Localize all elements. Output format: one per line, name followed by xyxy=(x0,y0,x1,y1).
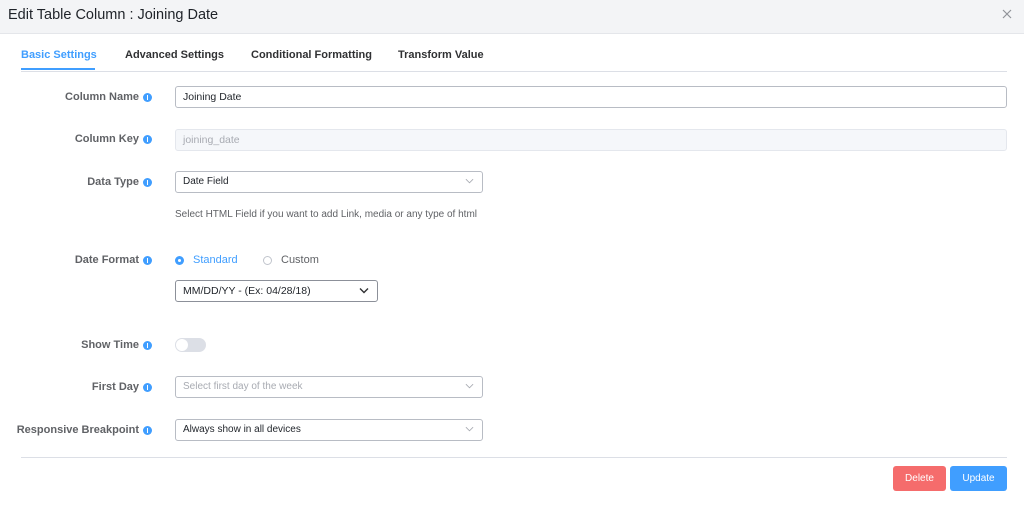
radio-custom-label: Custom xyxy=(281,254,319,266)
responsive-breakpoint-select[interactable]: Always show in all devices xyxy=(175,419,483,441)
radio-custom[interactable]: Custom xyxy=(263,254,319,266)
info-icon xyxy=(143,92,152,102)
info-icon xyxy=(143,382,152,392)
toggle-knob xyxy=(176,339,188,351)
column-name-label: Column Name xyxy=(65,91,152,103)
info-icon xyxy=(143,425,152,435)
tab-basic-settings[interactable]: Basic Settings xyxy=(21,49,97,61)
first-day-label: First Day xyxy=(92,381,152,393)
column-name-input[interactable]: Joining Date xyxy=(175,86,1007,108)
dialog-title: Edit Table Column : Joining Date xyxy=(8,7,219,23)
update-button[interactable]: Update xyxy=(950,466,1007,491)
responsive-breakpoint-label: Responsive Breakpoint xyxy=(17,424,152,436)
column-key-input[interactable]: joining_date xyxy=(175,129,1007,151)
tab-transform-value[interactable]: Transform Value xyxy=(398,49,484,61)
date-format-label-text: Date Format xyxy=(74,254,139,266)
show-time-label: Show Time xyxy=(81,339,152,351)
data-type-help-text: Select HTML Field if you want to add Lin… xyxy=(175,209,477,220)
tab-bar: Basic Settings Advanced Settings Conditi… xyxy=(21,44,1007,72)
close-icon[interactable] xyxy=(1000,7,1014,21)
data-type-value: Date Field xyxy=(183,176,229,187)
tab-conditional-formatting[interactable]: Conditional Formatting xyxy=(251,49,372,61)
show-time-toggle[interactable] xyxy=(175,338,206,352)
first-day-label-text: First Day xyxy=(91,381,139,393)
radio-standard[interactable]: Standard xyxy=(175,254,238,266)
column-key-label: Column Key xyxy=(75,133,152,145)
date-format-value: MM/DD/YY - (Ex: 04/28/18) xyxy=(183,285,311,297)
radio-custom-circle xyxy=(263,255,272,265)
first-day-placeholder: Select first day of the week xyxy=(183,381,303,392)
chevron-down-icon xyxy=(465,383,474,389)
column-name-label-text: Column Name xyxy=(65,91,139,103)
info-icon xyxy=(143,134,152,144)
tab-advanced-settings[interactable]: Advanced Settings xyxy=(125,49,224,61)
column-key-label-text: Column Key xyxy=(74,133,139,145)
info-icon xyxy=(143,177,152,187)
footer-divider xyxy=(21,457,1007,458)
data-type-label-text: Data Type xyxy=(87,176,139,188)
chevron-down-icon xyxy=(465,178,474,184)
chevron-down-icon xyxy=(359,288,369,294)
delete-button[interactable]: Delete xyxy=(893,466,946,491)
responsive-breakpoint-label-text: Responsive Breakpoint xyxy=(16,424,139,436)
info-icon xyxy=(143,255,152,265)
date-format-label: Date Format xyxy=(75,254,152,266)
responsive-breakpoint-value: Always show in all devices xyxy=(183,424,301,435)
radio-standard-circle xyxy=(175,255,184,265)
data-type-label: Data Type xyxy=(87,176,152,188)
info-icon xyxy=(143,340,152,350)
show-time-label-text: Show Time xyxy=(81,339,139,351)
chevron-down-icon xyxy=(465,426,474,432)
date-format-select[interactable]: MM/DD/YY - (Ex: 04/28/18) xyxy=(175,280,378,302)
active-tab-indicator xyxy=(21,68,95,70)
first-day-select[interactable]: Select first day of the week xyxy=(175,376,483,398)
dialog-header: Edit Table Column : Joining Date xyxy=(0,0,1024,34)
radio-standard-label: Standard xyxy=(193,254,238,266)
data-type-select[interactable]: Date Field xyxy=(175,171,483,193)
